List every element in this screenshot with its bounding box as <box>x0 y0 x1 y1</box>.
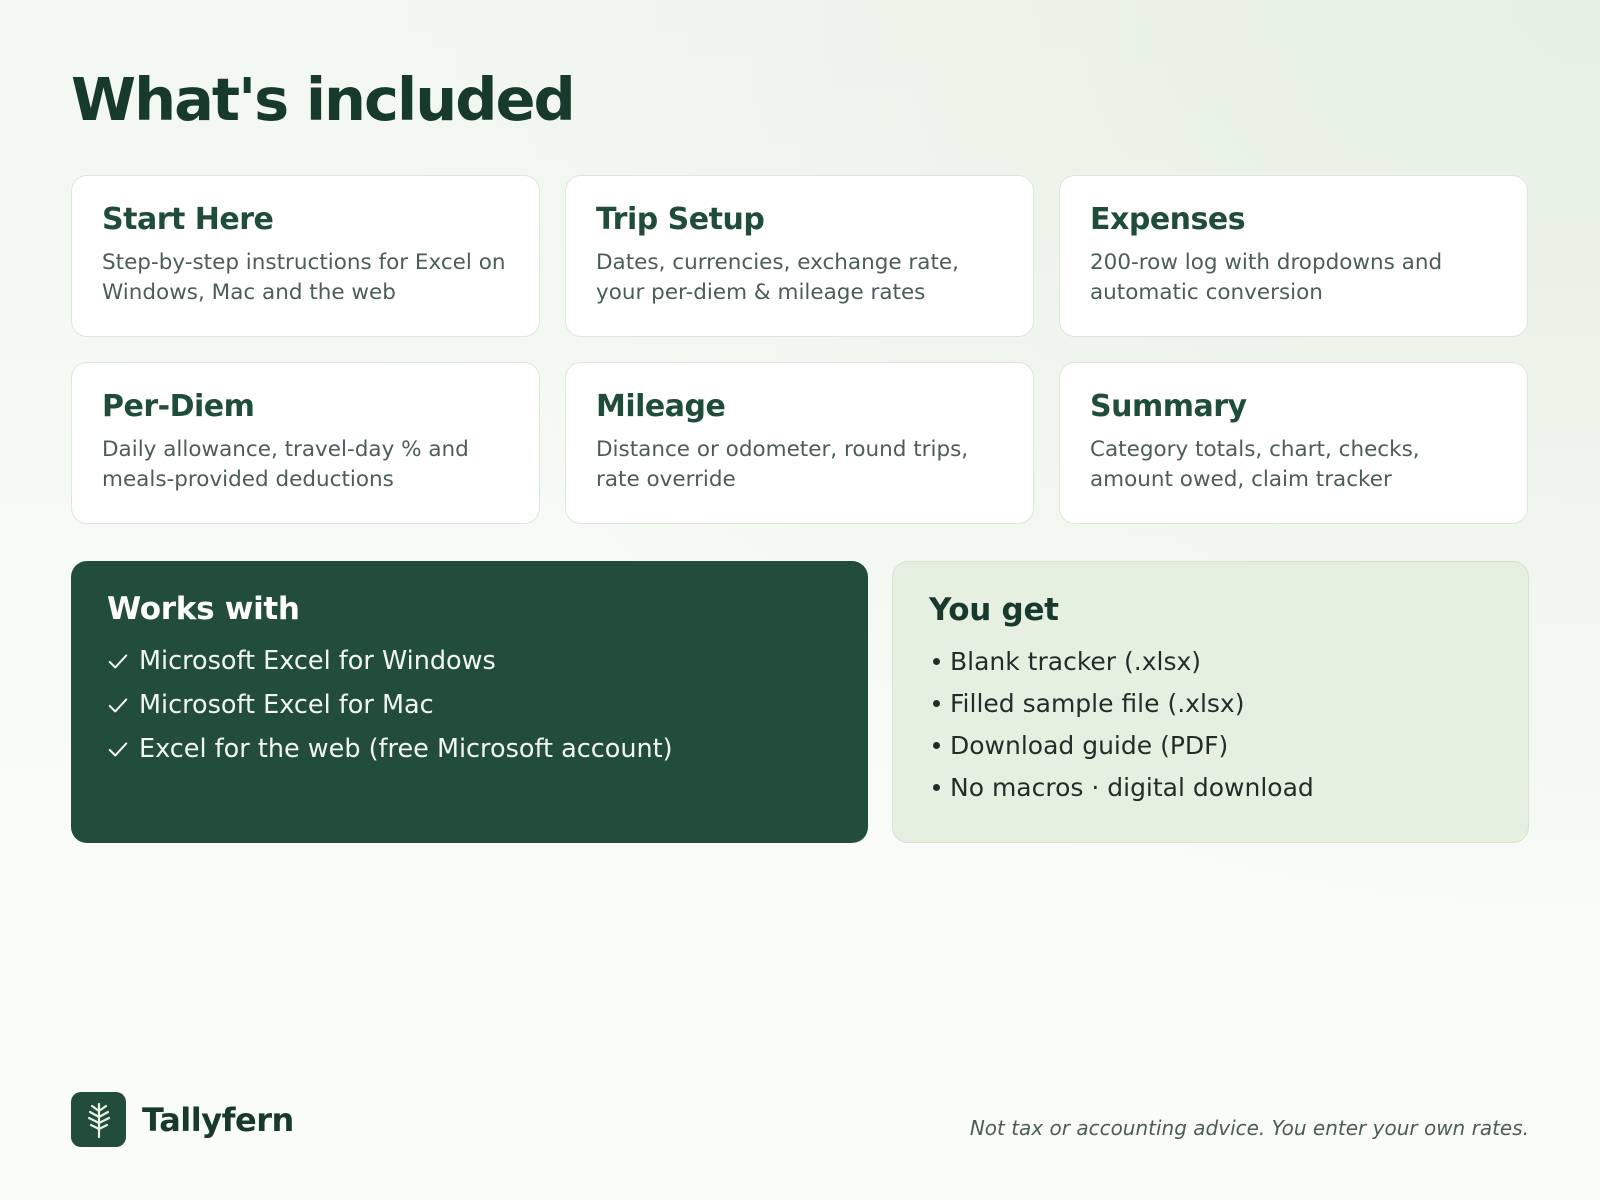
you-get-item-label: Blank tracker (.xlsx) <box>950 646 1202 676</box>
works-with-title: Works with <box>107 591 300 627</box>
card-title: Per-Diem <box>102 389 255 424</box>
bullet-icon <box>933 699 940 707</box>
card-title: Start Here <box>102 202 274 237</box>
you-get-panel: You get Blank tracker (.xlsx) Filled sam… <box>892 561 1529 843</box>
card-start-here: Start Here Step-by-step instructions for… <box>71 175 540 337</box>
page-title: What's included <box>71 65 576 134</box>
works-with-panel: Works with Microsoft Excel for Windows M… <box>71 561 868 843</box>
bullet-icon <box>933 657 940 665</box>
works-with-item: Microsoft Excel for Mac <box>107 683 832 727</box>
check-icon <box>108 698 128 713</box>
card-title: Trip Setup <box>596 202 765 237</box>
check-icon <box>108 654 128 669</box>
card-mileage: Mileage Distance or odometer, round trip… <box>565 362 1034 524</box>
card-description: Step-by-step instructions for Excel on W… <box>102 250 506 305</box>
card-title: Mileage <box>596 389 726 424</box>
card-description: Dates, currencies, exchange rate, your p… <box>596 250 959 305</box>
card-description: Daily allowance, travel-day % and meals-… <box>102 437 469 492</box>
card-title: Summary <box>1090 389 1247 424</box>
you-get-item: No macros · digital download <box>929 766 1492 808</box>
you-get-item: Blank tracker (.xlsx) <box>929 640 1492 682</box>
card-title: Expenses <box>1090 202 1246 237</box>
you-get-list: Blank tracker (.xlsx) Filled sample file… <box>929 640 1492 808</box>
works-with-item: Microsoft Excel for Windows <box>107 639 832 683</box>
you-get-item-label: No macros · digital download <box>950 772 1314 802</box>
brand-name: Tallyfern <box>142 1100 294 1139</box>
works-with-item-label: Excel for the web (free Microsoft accoun… <box>139 734 673 765</box>
you-get-item: Filled sample file (.xlsx) <box>929 682 1492 724</box>
card-expenses: Expenses 200-row log with dropdowns and … <box>1059 175 1528 337</box>
works-with-item-label: Microsoft Excel for Windows <box>139 646 496 677</box>
card-description: 200-row log with dropdowns and automatic… <box>1090 250 1443 305</box>
you-get-title: You get <box>929 592 1059 628</box>
card-description: Category totals, chart, checks, amount o… <box>1090 437 1420 492</box>
works-with-item-label: Microsoft Excel for Mac <box>139 690 434 721</box>
brand-logo <box>71 1092 126 1147</box>
card-trip-setup: Trip Setup Dates, currencies, exchange r… <box>565 175 1034 337</box>
feature-cards-grid: Start Here Step-by-step instructions for… <box>71 175 1529 524</box>
you-get-item: Download guide (PDF) <box>929 724 1492 766</box>
bullet-icon <box>933 741 940 749</box>
brand: Tallyfern <box>71 1092 294 1147</box>
card-description: Distance or odometer, round trips, rate … <box>596 437 969 492</box>
works-with-list: Microsoft Excel for Windows Microsoft Ex… <box>107 639 832 771</box>
check-icon <box>108 742 128 757</box>
disclaimer: Not tax or accounting advice. You enter … <box>969 1116 1529 1140</box>
bullet-icon <box>933 783 940 791</box>
card-summary: Summary Category totals, chart, checks, … <box>1059 362 1528 524</box>
fern-leaf-icon <box>87 1102 110 1138</box>
you-get-item-label: Download guide (PDF) <box>950 730 1229 760</box>
works-with-item: Excel for the web (free Microsoft accoun… <box>107 727 832 771</box>
card-per-diem: Per-Diem Daily allowance, travel-day % a… <box>71 362 540 524</box>
you-get-item-label: Filled sample file (.xlsx) <box>950 688 1245 718</box>
